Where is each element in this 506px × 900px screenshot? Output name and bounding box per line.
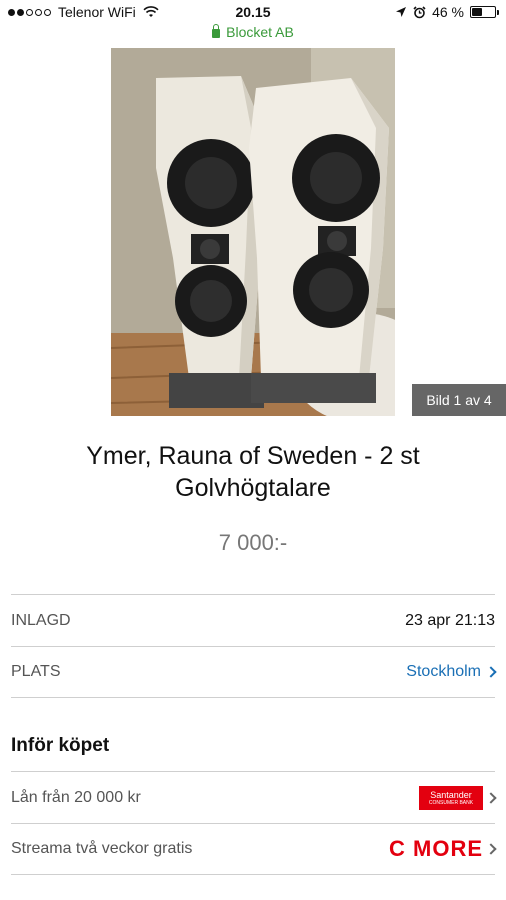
streaming-offer-logo-wrap: C MORE <box>389 836 497 862</box>
lock-icon <box>212 24 221 38</box>
listing-title: Ymer, Rauna of Sweden - 2 st Golvhögtala… <box>86 442 420 502</box>
chevron-right-icon <box>485 666 497 678</box>
santander-logo-text: Santander <box>430 789 472 800</box>
before-purchase-list: Lån från 20 000 kr Santander CONSUMER BA… <box>11 771 497 875</box>
santander-logo-subtext: CONSUMER BANK <box>428 799 474 806</box>
location-arrow-icon <box>396 7 407 17</box>
detail-row-location[interactable]: PLATS Stockholm <box>11 646 497 698</box>
cmore-logo: C MORE <box>389 836 483 861</box>
url-bar[interactable]: Blocket AB <box>0 24 506 40</box>
posted-label: INLAGD <box>11 611 71 629</box>
site-domain: Blocket AB <box>226 24 294 40</box>
listing-photo[interactable] <box>111 48 395 416</box>
posted-date: 23 apr 21:13 <box>405 611 495 629</box>
details-list: INLAGD 23 apr 21:13 PLATS Stockholm <box>11 594 497 698</box>
chevron-right-icon <box>485 791 497 804</box>
location-link[interactable]: Stockholm <box>406 663 497 681</box>
status-right: 46 % <box>395 4 499 20</box>
battery-fill <box>472 8 483 16</box>
battery-icon <box>470 6 499 18</box>
image-gallery[interactable]: Bild 1 av 4 <box>0 48 506 416</box>
status-bar: Telenor WiFi 20.15 46 % <box>0 0 506 26</box>
location-value: Stockholm <box>406 663 481 680</box>
loan-offer-label: Lån från 20 000 kr <box>11 788 141 806</box>
streaming-offer-label: Streama två veckor gratis <box>11 840 193 857</box>
alarm-icon <box>413 5 426 18</box>
location-label: PLATS <box>11 663 61 680</box>
image-counter: Bild 1 av 4 <box>412 384 506 416</box>
loan-offer-logo-wrap: Santander CONSUMER BANK <box>419 785 497 810</box>
listing-price: 7 000:- <box>218 530 288 555</box>
streaming-offer-row[interactable]: Streama två veckor gratis C MORE <box>11 823 497 875</box>
speakers-photo <box>111 48 395 416</box>
detail-row-posted: INLAGD 23 apr 21:13 <box>11 594 495 646</box>
chevron-right-icon <box>485 843 497 855</box>
santander-logo: Santander CONSUMER BANK <box>419 785 483 810</box>
battery-percent: 46 % <box>432 4 464 20</box>
loan-offer-row[interactable]: Lån från 20 000 kr Santander CONSUMER BA… <box>11 771 497 823</box>
section-title-before-purchase: Inför köpet <box>11 735 110 756</box>
